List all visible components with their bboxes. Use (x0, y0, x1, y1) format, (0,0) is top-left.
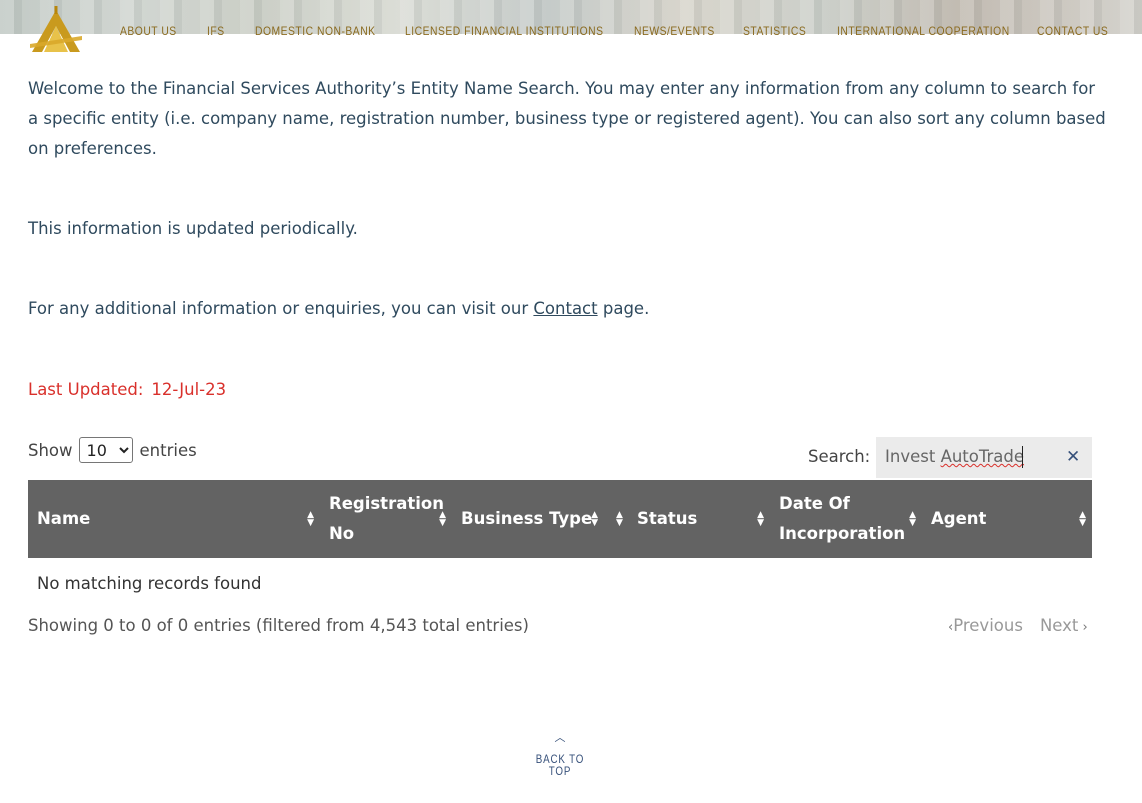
last-updated-label: Last Updated: (28, 380, 144, 399)
chevron-right-icon: › (1078, 620, 1088, 635)
column-header-name[interactable]: Name ▲ ▼ (28, 480, 320, 558)
column-label: Date Of Incorporation (779, 494, 906, 543)
clear-search-icon[interactable]: ✕ (1066, 447, 1080, 467)
nav-contact-us[interactable]: CONTACT US (1037, 24, 1114, 42)
nav-statistics[interactable]: STATISTICS (743, 24, 824, 42)
column-header-status[interactable]: ▲ ▼ Status ▲ ▼ (604, 480, 770, 558)
last-updated: Last Updated: 12-Jul-23 (28, 376, 226, 404)
sort-icon: ▲ ▼ (616, 510, 623, 528)
chevron-up-icon: ︿ (554, 731, 566, 744)
nav-news-events[interactable]: NEWS/EVENTS (634, 24, 728, 42)
nav-international-cooperation[interactable]: INTERNATIONAL COOPERATION (837, 24, 1009, 42)
column-header-registration-no[interactable]: Registration No ▲ ▼ (320, 480, 452, 558)
show-label: Show (28, 440, 73, 460)
page-size-select[interactable]: 10 (78, 437, 133, 463)
search-value-word1: Invest (885, 447, 941, 466)
entries-label: entries (139, 440, 197, 460)
column-header-agent[interactable]: Agent ▲ ▼ (922, 480, 1092, 558)
sort-icon: ▲ ▼ (909, 510, 916, 528)
column-label: Registration No (329, 494, 444, 543)
sort-icon: ▲ ▼ (1079, 510, 1086, 528)
search-label: Search: (808, 447, 871, 466)
main-nav: ABOUT US IFS DOMESTIC NON-BANK LICENSED … (120, 24, 1127, 42)
contact-note-suffix: page. (597, 299, 650, 318)
nav-licensed-financial-institutions[interactable]: LICENSED FINANCIAL INSTITUTIONS (405, 24, 603, 42)
column-label: Agent (931, 509, 987, 528)
nav-about-us[interactable]: ABOUT US (120, 24, 195, 42)
page-length-control: Show 10 entries (28, 437, 197, 463)
table-header: Name ▲ ▼ Registration No ▲ ▼ Business Type … (28, 480, 1092, 558)
previous-button[interactable]: ‹Previous (948, 614, 1023, 640)
sort-icon: ▲ ▼ (591, 510, 598, 528)
table-info: Showing 0 to 0 of 0 entries (filtered fr… (28, 616, 529, 635)
column-label: Business Type (461, 509, 593, 528)
sort-icon: ▲ ▼ (439, 510, 446, 528)
text-cursor (1022, 446, 1023, 468)
contact-link[interactable]: Contact (533, 299, 597, 318)
column-header-business-type[interactable]: Business Type ▲ ▼ (452, 480, 604, 558)
intro-paragraph: Welcome to the Financial Services Author… (28, 79, 1106, 158)
nav-domestic-non-bank[interactable]: DOMESTIC NON-BANK (255, 24, 384, 42)
sort-icon: ▲ ▼ (307, 510, 314, 528)
search-input-value: Invest AutoTrade (885, 447, 1024, 466)
search-input[interactable]: Invest AutoTrade (876, 437, 1092, 478)
sort-icon-right: ▲ ▼ (757, 510, 764, 528)
column-header-date-of-incorporation[interactable]: Date Of Incorporation ▲ ▼ (770, 480, 922, 558)
contact-note: For any additional information or enquir… (28, 294, 649, 324)
pagination: ‹Previous Next › (948, 614, 1088, 640)
column-label: Name (37, 509, 91, 528)
last-updated-date: 12-Jul-23 (151, 380, 227, 399)
back-to-top-label: BACK TO TOP (535, 754, 585, 778)
empty-table-message: No matching records found (37, 573, 262, 593)
search-value-word2: AutoTrade (940, 447, 1025, 466)
update-note: This information is updated periodically… (28, 219, 358, 238)
nav-ifs[interactable]: IFS (207, 24, 248, 42)
back-to-top-button[interactable]: ︿ BACK TO TOP (524, 730, 596, 779)
next-button[interactable]: Next › (1040, 614, 1088, 640)
fsa-logo[interactable] (28, 6, 84, 54)
entity-table: Name ▲ ▼ Registration No ▲ ▼ Business Type … (28, 480, 1092, 608)
contact-note-text: For any additional information or enquir… (28, 299, 534, 318)
column-label: Status (637, 509, 698, 528)
